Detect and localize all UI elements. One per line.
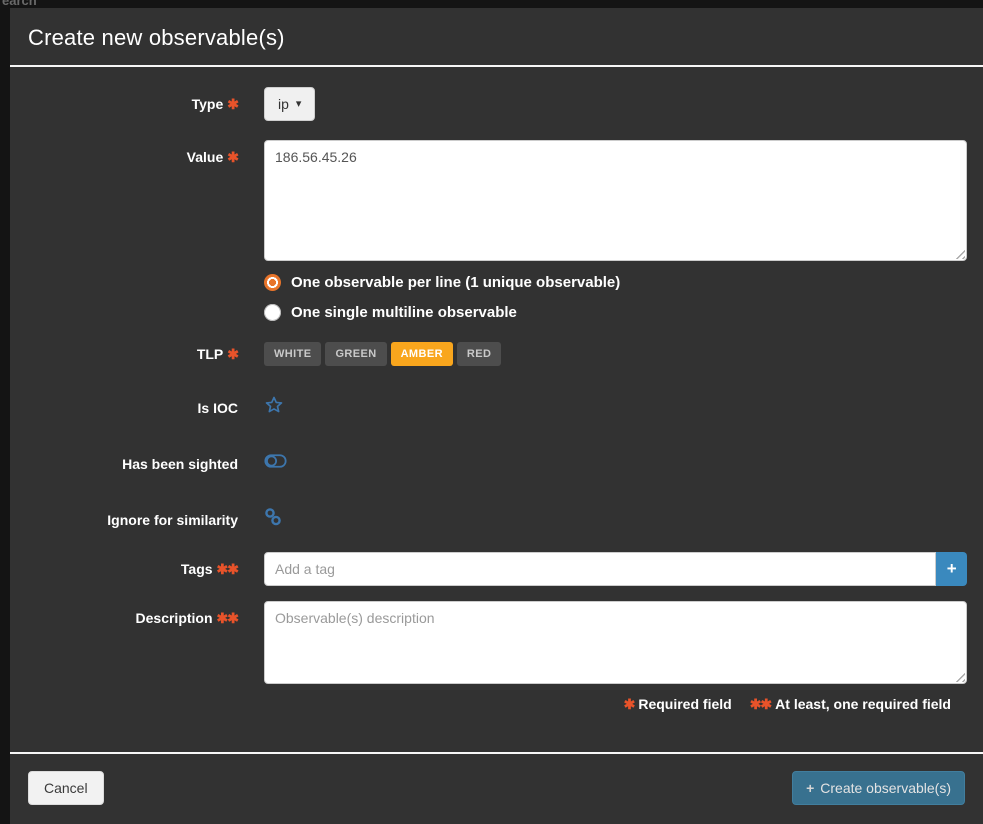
- value-textarea[interactable]: 186.56.45.26: [264, 140, 967, 261]
- radio-one-per-line[interactable]: One observable per line (1 unique observ…: [264, 274, 967, 291]
- modal-title: Create new observable(s): [28, 25, 965, 51]
- required-asterisk: ✱: [227, 346, 238, 362]
- type-dropdown-value: ip: [278, 96, 289, 112]
- tlp-button-group: WHITE GREEN AMBER RED: [264, 342, 967, 366]
- required-asterisk: ✱: [227, 149, 238, 165]
- modal-header: Create new observable(s): [10, 8, 983, 67]
- create-observables-label: Create observable(s): [820, 780, 951, 796]
- create-observables-button[interactable]: + Create observable(s): [792, 771, 965, 805]
- similarity-label: Ignore for similarity: [10, 512, 238, 528]
- tags-input[interactable]: [264, 552, 936, 586]
- modal-body: Type✱ ip ▾ Value✱ 186.56.45.26: [10, 67, 983, 752]
- at-least-one-asterisks: ✱✱: [217, 561, 238, 577]
- modal-footer: Cancel + Create observable(s): [10, 752, 983, 824]
- radio-one-per-line-label: One observable per line (1 unique observ…: [291, 274, 620, 291]
- tlp-amber-button[interactable]: AMBER: [391, 342, 453, 366]
- description-label: Description✱✱: [10, 601, 238, 684]
- required-asterisk: ✱: [227, 96, 238, 112]
- chain-link-icon[interactable]: [264, 507, 282, 532]
- radio-unselected-icon[interactable]: [264, 304, 281, 321]
- description-textarea[interactable]: [264, 601, 967, 684]
- create-observable-modal: Create new observable(s) Type✱ ip ▾ Valu…: [10, 8, 983, 824]
- tags-label: Tags✱✱: [10, 561, 238, 578]
- toggle-off-icon[interactable]: [264, 453, 287, 474]
- tlp-red-button[interactable]: RED: [457, 342, 501, 366]
- plus-icon: +: [806, 780, 814, 796]
- radio-single-multiline-label: One single multiline observable: [291, 304, 517, 321]
- tlp-white-button[interactable]: WHITE: [264, 342, 321, 366]
- page-background: earch Create new observable(s) Type✱ ip …: [0, 0, 983, 824]
- at-least-one-asterisks: ✱✱: [217, 610, 238, 626]
- required-fields-legend: ✱Required field✱✱At least, one required …: [10, 696, 967, 713]
- at-least-one-asterisks: ✱✱: [750, 696, 771, 712]
- plus-icon: +: [947, 559, 957, 579]
- type-dropdown[interactable]: ip ▾: [264, 87, 315, 121]
- tlp-green-button[interactable]: GREEN: [325, 342, 386, 366]
- radio-single-multiline[interactable]: One single multiline observable: [264, 304, 967, 321]
- radio-selected-icon[interactable]: [264, 274, 281, 291]
- tlp-label: TLP✱: [10, 346, 238, 363]
- chevron-down-icon: ▾: [296, 99, 302, 110]
- star-outline-icon[interactable]: [264, 395, 284, 420]
- sighted-label: Has been sighted: [10, 456, 238, 472]
- type-label: Type✱: [10, 96, 238, 113]
- add-tag-button[interactable]: +: [936, 552, 967, 586]
- required-asterisk: ✱: [624, 696, 635, 712]
- background-search-text: earch: [2, 0, 37, 8]
- cancel-button[interactable]: Cancel: [28, 771, 104, 805]
- is-ioc-label: Is IOC: [10, 400, 238, 416]
- value-label: Value✱: [10, 140, 238, 321]
